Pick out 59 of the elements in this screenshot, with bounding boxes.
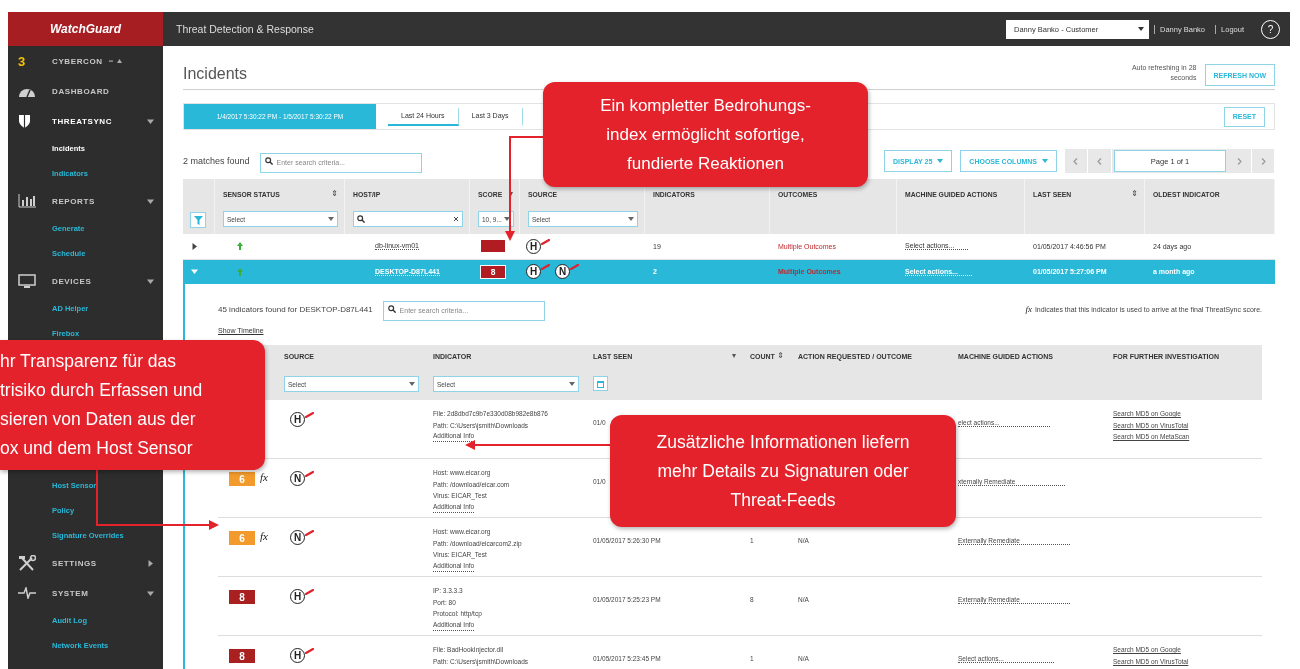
- shield-icon: [18, 113, 31, 129]
- page-title: Incidents: [183, 65, 248, 84]
- formula-mark: fx: [1025, 304, 1032, 314]
- chevron-icon[interactable]: [147, 197, 154, 205]
- app-title: Threat Detection & Response: [176, 23, 314, 35]
- match-count: 2 matches found: [183, 156, 250, 166]
- arrow-up-icon: [237, 242, 243, 251]
- nav-section[interactable]: SETTINGS: [52, 558, 97, 568]
- score-badge: 8: [480, 264, 506, 279]
- sort-toggle[interactable]: ⇕: [777, 352, 784, 360]
- pulse-icon: [18, 587, 36, 599]
- host-filter-field[interactable]: [353, 211, 463, 227]
- indicator-summary: 45 indicators found for DESKTOP-D87L441: [218, 304, 373, 314]
- nav-section[interactable]: REPORTS: [52, 196, 95, 206]
- caret-icon: [569, 381, 575, 387]
- chevron-icon[interactable]: [147, 277, 154, 285]
- nav-section[interactable]: SYSTEM: [52, 588, 89, 598]
- score-badge: 6: [228, 530, 256, 546]
- caret-icon: [409, 381, 415, 387]
- chevron-icon[interactable]: [147, 117, 154, 125]
- account-name[interactable]: CYBERCON: [52, 56, 103, 66]
- tools-icon: [18, 555, 36, 571]
- callout: Ein kompletter Bedrohungs- index ermöglicht sofortige, fundierte Reaktionen: [543, 82, 868, 187]
- score-badge: 8: [228, 589, 256, 605]
- chevron-icon[interactable]: [147, 559, 154, 567]
- formula-mark: fx: [260, 530, 268, 542]
- sort-toggle[interactable]: ▾: [732, 352, 736, 360]
- caret-icon: [937, 158, 944, 164]
- callout: Zusätzliche Informationen liefern mehr Details zu Signaturen oder Threat-Feeds: [610, 415, 956, 527]
- sort-toggle[interactable]: ⇕: [331, 190, 338, 198]
- first-page-icon: [1073, 157, 1080, 165]
- nav-section[interactable]: DASHBOARD: [52, 86, 110, 96]
- caret-icon: [628, 216, 634, 222]
- nav-section[interactable]: THREATSYNC: [52, 116, 113, 126]
- score-badge: 6: [228, 471, 256, 487]
- sort-toggle[interactable]: ⇕: [1131, 190, 1138, 198]
- formula-mark: fx: [260, 471, 268, 483]
- calendar-icon: [597, 379, 604, 388]
- next-icon: [1236, 157, 1243, 165]
- monitor-icon: [18, 273, 36, 289]
- filter-icon: [193, 215, 203, 225]
- caret-icon: [1042, 158, 1048, 164]
- caret-icon: [504, 216, 510, 222]
- bar-chart-icon: [18, 194, 36, 208]
- expand-collapse-icon[interactable]: [108, 58, 123, 64]
- clear-icon[interactable]: [453, 216, 459, 222]
- caret-icon: [1138, 26, 1144, 32]
- logo[interactable]: WatchGuard: [49, 22, 122, 36]
- chevron-icon[interactable]: [147, 589, 154, 597]
- last-page-icon: [1259, 157, 1266, 165]
- chevron-icon[interactable]: [191, 242, 198, 250]
- nav-section[interactable]: DEVICES: [52, 276, 92, 286]
- previous-icon: [1096, 157, 1103, 165]
- arrow-up-icon: [237, 267, 243, 276]
- caret-icon: [328, 216, 334, 222]
- score-badge: 8: [228, 648, 256, 664]
- callout: hr Transparenz für das trisiko durch Erfassen und sieren von Daten aus der ox und dem Host Sensor: [0, 340, 265, 470]
- account-number: 3: [18, 53, 26, 69]
- search-icon: [357, 215, 365, 223]
